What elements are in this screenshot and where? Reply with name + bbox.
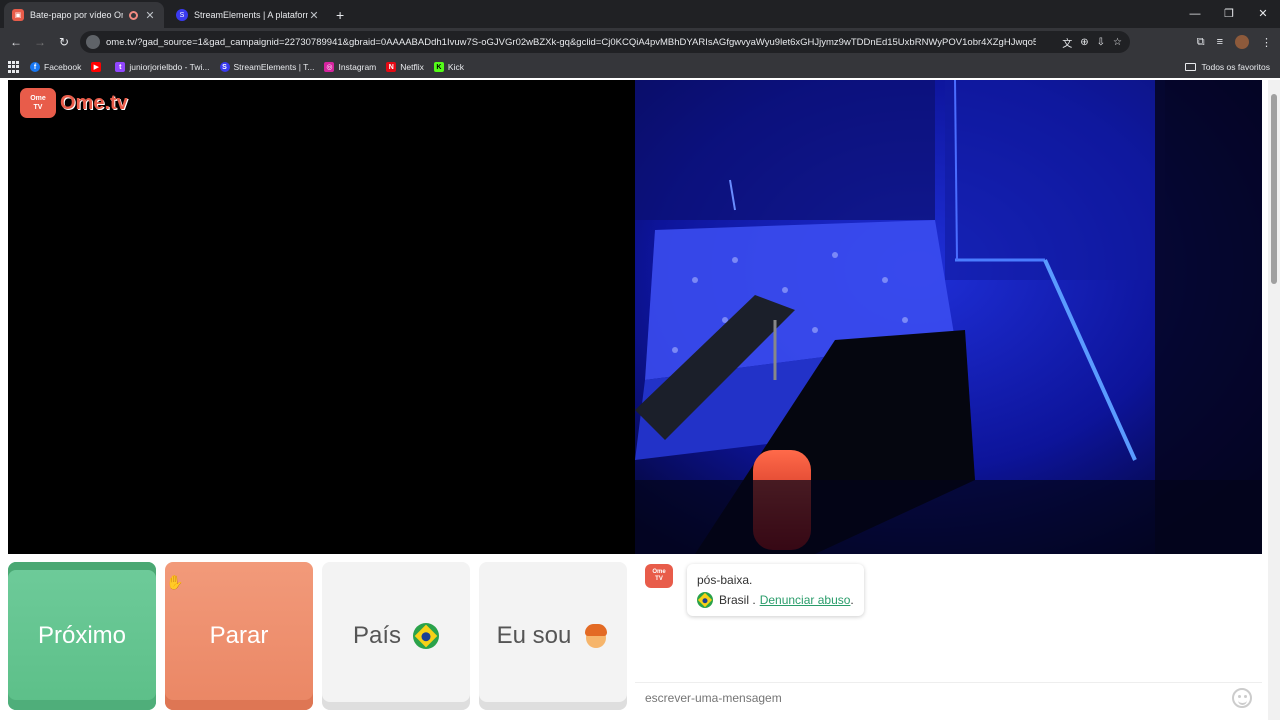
- ometv-page: Ome TV Ome.tv Próximo Parar País Eu sou …: [0, 80, 1280, 720]
- scrollbar-thumb[interactable]: [1271, 94, 1277, 284]
- page-scrollbar[interactable]: [1268, 80, 1280, 720]
- window-controls: — ❐ ✕: [1178, 0, 1280, 28]
- youtube-icon: ▶: [91, 62, 102, 72]
- bookmark-label: StreamElements | T...: [233, 62, 315, 72]
- stop-button[interactable]: Parar: [165, 562, 313, 710]
- omnibox-actions: 文 ⊕ ⇩ ☆: [1062, 31, 1122, 53]
- system-message: pós-baixa. Brasil . Denunciar abuso.: [687, 564, 864, 616]
- country-button-label: País: [352, 622, 402, 649]
- zoom-icon[interactable]: ⊕: [1080, 37, 1088, 48]
- forward-icon[interactable]: →: [28, 35, 52, 49]
- menu-icon[interactable]: ⋮: [1261, 36, 1272, 49]
- gender-button[interactable]: Eu sou: [479, 562, 627, 710]
- bookmark-label: Netflix: [400, 62, 424, 72]
- media-icon[interactable]: ≡: [1217, 36, 1223, 48]
- new-tab-icon[interactable]: +: [336, 2, 344, 28]
- report-suffix: .: [850, 593, 854, 607]
- message-input[interactable]: [645, 690, 1205, 705]
- bookmark-label: Instagram: [338, 62, 377, 72]
- boy-icon: [583, 623, 609, 649]
- bookmark-kick[interactable]: K Kick: [433, 62, 464, 72]
- translate-icon[interactable]: 文: [1062, 35, 1072, 50]
- bookmark-streamelements[interactable]: S StreamElements | T...: [219, 62, 315, 72]
- message-text: pós-baixa.: [697, 573, 753, 587]
- camera-feed-image: [635, 80, 1262, 554]
- folder-icon: [1185, 63, 1197, 71]
- streamelements-favicon-icon: S: [176, 9, 188, 21]
- bookmark-label: Kick: [447, 62, 464, 72]
- mouse-cursor-icon: ✋: [166, 574, 184, 590]
- address-bar[interactable]: ome.tv/?gad_source=1&gad_campaignid=2273…: [80, 31, 1130, 53]
- bookmark-label: Facebook: [44, 62, 82, 72]
- close-tab-icon[interactable]: ✕: [144, 9, 156, 22]
- bookmark-star-icon[interactable]: ☆: [1113, 37, 1122, 48]
- brazil-flag-icon: [413, 623, 440, 649]
- stranger-video: Ome TV Ome.tv: [8, 80, 635, 554]
- tab-title: StreamElements | A plataforma: [194, 10, 308, 20]
- self-camera-video: [635, 80, 1262, 554]
- toolbar-right: ⧉ ≡ ⋮: [1197, 28, 1272, 56]
- kick-icon: K: [433, 62, 444, 72]
- chat-panel: Ome TV pós-baixa. Brasil . Denunciar abu…: [635, 554, 1262, 720]
- back-icon[interactable]: ←: [4, 35, 28, 49]
- bookmark-twitch[interactable]: t juniorjorielbdo - Twi...: [115, 62, 210, 72]
- bookmark-youtube[interactable]: ▶: [91, 62, 105, 72]
- next-button[interactable]: Próximo: [8, 562, 156, 710]
- ometv-chat-avatar-icon: Ome TV: [645, 564, 673, 588]
- instagram-icon: ◎: [324, 62, 335, 72]
- gender-button-label: Eu sou: [496, 622, 572, 649]
- tab-strip: ▣ Bate-papo por vídeo Ome.TV ✕ S StreamE…: [0, 0, 1280, 28]
- ometv-logo[interactable]: Ome TV Ome.tv: [20, 88, 128, 118]
- recording-indicator-icon: [129, 10, 138, 20]
- message-bar: [635, 682, 1262, 712]
- close-tab-icon[interactable]: ✕: [308, 9, 320, 22]
- control-buttons: Próximo Parar País Eu sou: [8, 562, 628, 712]
- brazil-flag-icon: [697, 592, 713, 608]
- logo-tv-icon: Ome TV: [20, 88, 56, 118]
- streamelements-icon: S: [219, 62, 230, 72]
- report-abuse-link[interactable]: Denunciar abuso: [760, 590, 851, 610]
- browser-toolbar: ← → ↻ ome.tv/?gad_source=1&gad_campaigni…: [0, 28, 1280, 56]
- all-bookmarks[interactable]: Todos os favoritos: [1185, 56, 1270, 78]
- country-button[interactable]: País: [322, 562, 470, 710]
- country-name: Brasil .: [719, 593, 756, 607]
- all-bookmarks-label: Todos os favoritos: [1201, 62, 1270, 72]
- bookmark-instagram[interactable]: ◎ Instagram: [324, 62, 376, 72]
- site-info-icon[interactable]: [86, 35, 100, 49]
- bookmarks-bar: f Facebook ▶ t juniorjorielbdo - Twi... …: [0, 56, 1280, 78]
- bookmark-facebook[interactable]: f Facebook: [30, 62, 81, 72]
- close-window-icon[interactable]: ✕: [1246, 0, 1280, 28]
- reload-icon[interactable]: ↻: [52, 35, 76, 49]
- bookmark-label: juniorjorielbdo - Twi...: [129, 62, 210, 72]
- install-icon[interactable]: ⇩: [1097, 37, 1105, 48]
- minimize-icon[interactable]: —: [1178, 0, 1212, 28]
- tab-streamelements[interactable]: S StreamElements | A plataforma ✕: [168, 2, 328, 28]
- tab-title: Bate-papo por vídeo Ome.TV: [30, 10, 123, 20]
- url-text[interactable]: ome.tv/?gad_source=1&gad_campaignid=2273…: [106, 37, 1036, 48]
- netflix-icon: N: [386, 62, 397, 72]
- logo-text: Ome.tv: [60, 91, 128, 114]
- profile-avatar[interactable]: [1235, 35, 1249, 49]
- ometv-favicon-icon: ▣: [12, 9, 24, 21]
- apps-grid-icon[interactable]: [8, 61, 20, 73]
- bookmark-netflix[interactable]: N Netflix: [386, 62, 424, 72]
- extensions-icon[interactable]: ⧉: [1197, 36, 1205, 49]
- facebook-icon: f: [30, 62, 40, 72]
- emoji-icon[interactable]: [1232, 688, 1252, 708]
- restore-icon[interactable]: ❐: [1212, 0, 1246, 28]
- tab-ometv[interactable]: ▣ Bate-papo por vídeo Ome.TV ✕: [4, 2, 164, 28]
- next-button-label: Próximo: [37, 622, 127, 649]
- twitch-icon: t: [115, 62, 126, 72]
- stop-button-label: Parar: [209, 622, 269, 649]
